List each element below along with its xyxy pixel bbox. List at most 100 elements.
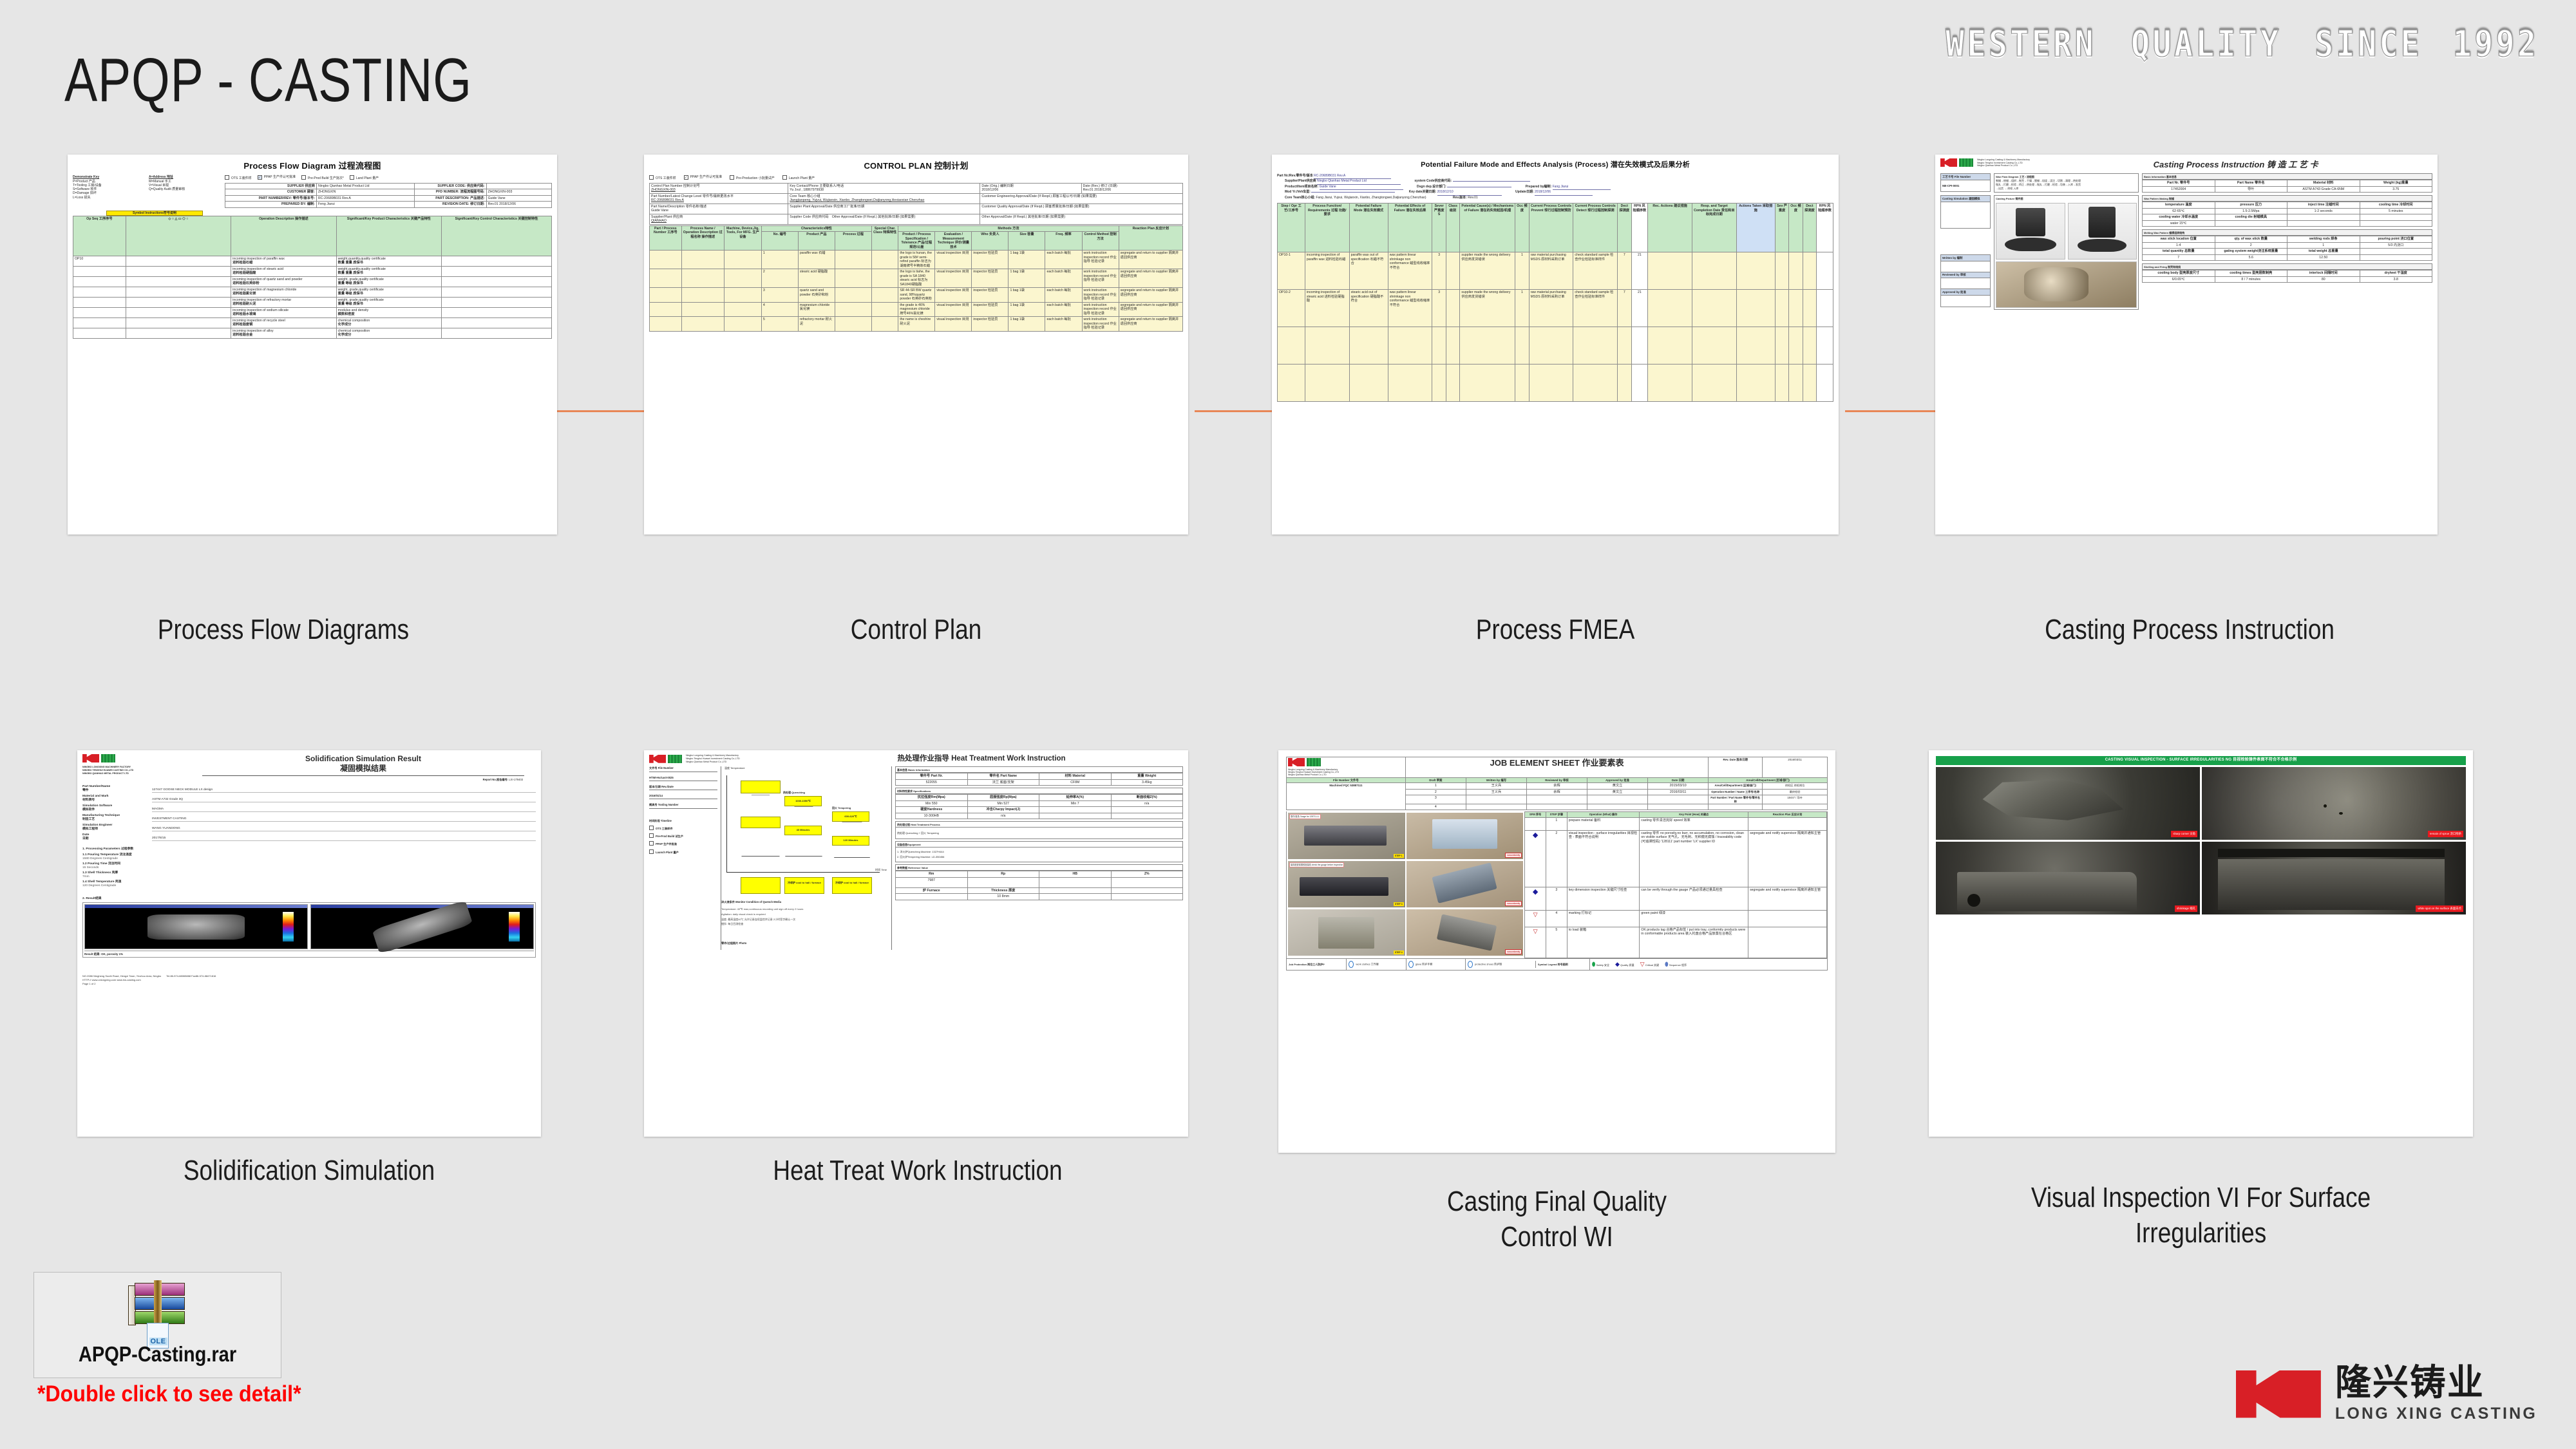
ht-rs2-title: 热处理过程 Heat Treatment Process	[895, 821, 1183, 828]
ht-rs1-c3: 断面收缩Z(%)	[1110, 794, 1183, 801]
cp-r3-control: work instruction inspection record 作业指导 …	[1081, 301, 1119, 317]
pfd-info-value-3: ZHONGXIN-003	[486, 189, 553, 196]
pfd-title: Process Flow Diagram 过程流程图	[243, 161, 381, 171]
cp-r3-spec: the grade is 46% magnesium chloride 牌号46…	[898, 301, 936, 317]
cp-checkbox-3[interactable]: Launch Plant 量产	[782, 175, 815, 180]
ht-rs0-v3: 3.45kg	[1110, 779, 1183, 786]
thumbnail-visual-inspection[interactable]: CASTING VISUAL INSPECTION - SURFACE IRRE…	[1929, 750, 2473, 1137]
cp-r4-no: 5	[761, 316, 799, 332]
caption-casting-final-quality-control-wi: Casting Final Quality Control WI	[1446, 1186, 1667, 1253]
ht-ckbox-0[interactable]: OTS 工装样件	[649, 825, 717, 830]
cp-r2-control: work instruction inspection record 作业指导 …	[1081, 287, 1119, 303]
cpi-s1-r2c0: water 15℃	[2142, 220, 2215, 227]
pfd-checkbox-2[interactable]: Pre-Prod Build 生产批次*	[301, 175, 344, 180]
ht-xaxis: 时间 Time	[875, 868, 887, 872]
cp-r2-eval: visual inspection 目测	[934, 287, 972, 303]
ht-ckbox-2[interactable]: PPAP 生产件批准	[649, 841, 717, 846]
jes-hr1-approved: 黄文立	[1587, 788, 1649, 796]
sim-title: Solidification Simulation Result	[305, 754, 421, 763]
cp-r4-control: work instruction inspection record 作业指导 …	[1081, 316, 1119, 332]
pfd-col-1: Operation Description 操作描述	[231, 215, 337, 256]
jes-tc-0: SFM 序号	[1524, 811, 1546, 818]
sim-result: Result 结果: OK, porosity 1%	[84, 950, 534, 956]
cpi-s3-v3: 3.8	[2359, 276, 2432, 283]
cp-lbl-4: Part Number/Latest Change Level 零件号/最新更改…	[651, 194, 734, 198]
pfd-checkbox-0[interactable]: OTS 工装件样	[225, 175, 252, 180]
ht-stage-0-name: 热处理 Quenching	[783, 791, 805, 795]
fmea-col-4: Sever 严重度 S	[1432, 203, 1446, 253]
fmea-lbl-8: Update日期:	[1515, 190, 1534, 194]
rar-object[interactable]: OLE APQP-Casting.rar	[33, 1272, 281, 1378]
thumbnail-process-fmea[interactable]: Potential Failure Mode and Effects Analy…	[1272, 155, 1839, 535]
ht-ckbox-1[interactable]: Pre-Prod Build 试生产	[649, 833, 717, 838]
jes-sf-1-value: 最终检验	[1762, 788, 1828, 796]
cpi-sec2-table: wax stick location 位置 qty. of wax stick …	[2142, 236, 2432, 261]
cp-r1-size: 1 bag 1袋	[1008, 269, 1046, 288]
cpi-s0-c2: Material 材料	[2287, 180, 2360, 187]
sim-f0-val: 127447 GOOSE NECK MODULE LX design	[152, 788, 536, 793]
jes-sf-0-label: Area/Cell/Department (区域/部门)	[1708, 782, 1763, 790]
jes-s2-no: 3	[1545, 886, 1567, 911]
fmea-r1-step: OP10-2	[1277, 289, 1305, 328]
cp-checkbox-1[interactable]: ✓ PPAP 生产件认可批准	[683, 175, 722, 180]
sim-shot-right	[310, 900, 534, 954]
ht-rs1-r0c1: Min 527	[967, 800, 1039, 808]
sim-footer-0: NO.2086 Ningheng South Road, Hengxi Town…	[82, 974, 162, 978]
ht-ckbox-3[interactable]: Launch Plant 量产	[649, 849, 717, 854]
cp-r1-freq: each batch 每批	[1045, 269, 1083, 288]
cp-col-7: Product / Process Specification / Tolera…	[898, 231, 936, 251]
ht-rs0-c3: 重量 Weight	[1110, 773, 1183, 780]
vi-photo-grid: sharp corner 尖角 remain of sprue 浇口残余 shr…	[1936, 766, 2466, 914]
pfd-info-value-6: Feng Jiarui	[316, 201, 415, 208]
cp-r3-size: 1 bag 1袋	[1008, 301, 1046, 317]
ppe-icon-0	[1349, 960, 1354, 968]
cp-r0-freq: each batch 每批	[1045, 250, 1083, 269]
fmea-col-8: Current Process Controls Prevent 现行过程控制预…	[1528, 203, 1574, 253]
fmea-lbl-7: Key date关键日期:	[1408, 190, 1437, 194]
fmea-col-1: Process Function/ Requirements 过程 功能/要求	[1304, 203, 1350, 253]
jes-ppe-1-label: glove 防护手套	[1415, 962, 1433, 966]
cp-r3-no: 4	[761, 301, 799, 317]
thumbnail-solidification-simulation[interactable]: NINGBO LONGXING MACHINERY FACTORY NINGBO…	[77, 750, 541, 1137]
pfd-row2-prod: weight, grade,quality certificate 重量 等级 质…	[336, 276, 442, 287]
cpi-sec0-title: Basic Information 基本信息	[2142, 173, 2432, 180]
pfd-checkbox-1[interactable]: ✓ PPAP 生产件认可批准	[257, 175, 296, 180]
thumbnail-casting-process-instruction[interactable]: Ningbo Longxing Casting & Machinery Manu…	[1935, 155, 2438, 535]
cpi-s1-c3: cooling time 冷却时间	[2359, 202, 2432, 209]
ht-lf-0-label: 文件号 File Number	[649, 766, 717, 772]
pfd-info-value-1	[486, 182, 553, 189]
cp-r0-control: work instruction inspection record 作业指导 …	[1081, 250, 1119, 269]
cpi-sec1-title: Wax Pattern Making 制蜡	[2142, 195, 2432, 202]
jes-ppe-2: protective shoes 防护鞋	[1464, 958, 1535, 970]
cp-lbl-0: Control Plan Number 控制计划号	[651, 184, 700, 188]
accent-rule-right	[1845, 410, 1938, 412]
cpi-s2-c0: wax stick location 位置	[2142, 236, 2215, 243]
sim-p0-v: 1580 Degrees Centigrade	[82, 857, 118, 861]
thumbnail-process-flow-diagram[interactable]: Process Flow Diagram 过程流程图 Demonstrate K…	[68, 155, 557, 535]
cpi-s1-r0c0: 62-65℃	[2142, 207, 2215, 215]
sim-p2-v: 7mm	[82, 875, 90, 878]
jes-hr0-draft: 1	[1405, 782, 1466, 790]
cpi-left-label-0: 工艺卡号 File Number	[1941, 174, 1990, 180]
thumbnail-heat-treat-work-instruction[interactable]: Ningbo Longxing Casting & Machinery Manu…	[644, 750, 1188, 1137]
cpi-s2-r1c1: gating system weight浇注系统重量	[2214, 248, 2287, 255]
cpi-s3-v1: 8 / 7 minutes	[2214, 276, 2287, 283]
pfd-row2-desc: incoming inspection of quartz sand and p…	[231, 276, 337, 287]
cp-checkbox-0[interactable]: OTS 工装件样	[649, 175, 676, 180]
cpi-s2-c3: pouring point 浇口位置	[2359, 236, 2432, 243]
ht-rs3-title: 设备信息Equipment	[895, 841, 1183, 848]
pfd-checkbox-3[interactable]: Land Plant 量产	[349, 175, 379, 180]
cpi-s2-r0c2: 1	[2287, 242, 2360, 249]
doc-process-flow-diagram: Process Flow Diagram 过程流程图 Demonstrate K…	[68, 155, 557, 535]
pfd-row0-prod: weight,quantity,quality certificate 数量 重量…	[336, 255, 442, 267]
cp-val-4: RC-20689B031 Rev.A	[651, 198, 684, 202]
cp-r4-reaction: segregate and return to supplier 隔离并退回供应…	[1118, 316, 1184, 332]
cp-lbl-12: Other Approval/Date (If Reqd.) 其他批准/日期 (…	[831, 214, 916, 219]
jes-s2-reaction: segregate and notify supervisor 隔离并通知主管	[1748, 886, 1827, 911]
cpi-s1-c2: inject time 注蜡时间	[2287, 202, 2360, 209]
ht-rs3-line1: 2. 回火炉Tempering Machine: LD-350456	[897, 855, 945, 859]
thumbnail-casting-final-quality-control-wi[interactable]: Ningbo Longxing Casting & Machinery Manu…	[1278, 750, 1835, 1153]
ht-ckbox-2-label: PPAP 生产件批准	[656, 842, 677, 846]
thumbnail-control-plan[interactable]: CONTROL PLAN 控制计划 OTS 工装件样 ✓ PPAP 生产件认可批准…	[644, 155, 1188, 535]
cp-checkbox-2[interactable]: Pre-Production 小批量试产	[729, 175, 775, 180]
